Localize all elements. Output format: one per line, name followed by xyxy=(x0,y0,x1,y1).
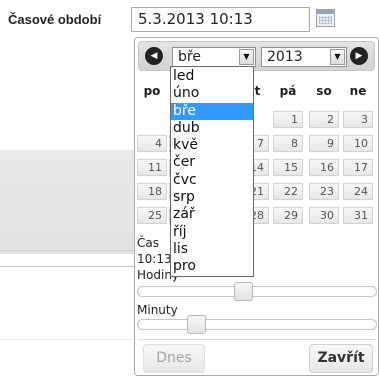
calendar-icon[interactable] xyxy=(316,9,335,27)
day-cell[interactable]: 18 xyxy=(137,183,167,200)
month-option[interactable]: čer xyxy=(171,154,253,171)
weekday-header: pá xyxy=(279,84,297,98)
minutes-slider-handle[interactable] xyxy=(187,315,206,334)
day-cell[interactable]: 1 xyxy=(273,111,303,128)
month-select[interactable]: bře ▼ xyxy=(172,47,256,67)
day-cell[interactable]: 3 xyxy=(343,111,373,128)
day-cell[interactable]: 23 xyxy=(309,183,339,200)
next-month-icon[interactable]: ▶ xyxy=(350,47,368,65)
day-cell[interactable]: 4 xyxy=(137,135,167,152)
month-option[interactable]: říj xyxy=(171,224,253,241)
prev-month-icon[interactable]: ◀ xyxy=(145,47,163,65)
day-cell[interactable]: 25 xyxy=(137,207,167,224)
month-option[interactable]: zář xyxy=(171,206,253,223)
month-option[interactable]: bře xyxy=(171,102,253,120)
month-option[interactable]: dub xyxy=(171,120,253,137)
time-label: Čas xyxy=(137,236,159,250)
month-option[interactable]: kvě xyxy=(171,137,253,154)
day-cell[interactable]: 24 xyxy=(343,183,373,200)
day-cell[interactable]: 8 xyxy=(273,135,303,152)
month-option[interactable]: úno xyxy=(171,85,253,102)
button-pane-divider xyxy=(138,339,375,340)
month-select-value: bře xyxy=(178,49,201,65)
day-cell[interactable]: 2 xyxy=(309,111,339,128)
background-panel xyxy=(0,150,140,254)
year-select-value: 2013 xyxy=(267,49,303,65)
day-cell[interactable]: 15 xyxy=(273,159,303,176)
month-option[interactable]: čvc xyxy=(171,172,253,189)
day-cell[interactable]: 11 xyxy=(137,159,167,176)
hours-slider-handle[interactable] xyxy=(234,282,253,301)
minutes-label: Minuty xyxy=(137,303,178,317)
close-button[interactable]: Zavřít xyxy=(309,344,373,373)
month-option[interactable]: led xyxy=(171,68,253,85)
day-cell[interactable]: 29 xyxy=(273,207,303,224)
period-label: Časové období xyxy=(8,12,102,27)
time-value: 10:13 xyxy=(137,252,172,266)
day-cell[interactable]: 31 xyxy=(343,207,373,224)
today-button[interactable]: Dnes xyxy=(143,344,205,373)
chevron-down-icon[interactable]: ▼ xyxy=(239,49,254,65)
chevron-down-icon[interactable]: ▼ xyxy=(330,49,345,65)
month-option[interactable]: srp xyxy=(171,189,253,206)
hours-slider[interactable] xyxy=(137,282,377,301)
month-option[interactable]: lis xyxy=(171,241,253,258)
day-cell[interactable]: 30 xyxy=(309,207,339,224)
day-cell[interactable]: 9 xyxy=(309,135,339,152)
day-cell[interactable]: 16 xyxy=(309,159,339,176)
weekday-header: so xyxy=(316,84,332,98)
divider xyxy=(0,339,140,340)
minutes-slider[interactable] xyxy=(137,315,377,334)
divider xyxy=(0,250,140,251)
day-cell[interactable]: 17 xyxy=(343,159,373,176)
year-select[interactable]: 2013 ▼ xyxy=(261,47,347,67)
weekday-header: ne xyxy=(349,84,367,98)
day-cell[interactable]: 22 xyxy=(273,183,303,200)
day-cell[interactable]: 10 xyxy=(343,135,373,152)
divider xyxy=(0,266,140,267)
month-dropdown-list: led úno bře dub kvě čer čvc srp zář říj lis pro xyxy=(170,66,254,277)
month-option[interactable]: pro xyxy=(171,258,253,275)
date-time-input[interactable]: 5.3.2013 10:13 xyxy=(131,7,310,32)
weekday-header: po xyxy=(143,84,161,98)
